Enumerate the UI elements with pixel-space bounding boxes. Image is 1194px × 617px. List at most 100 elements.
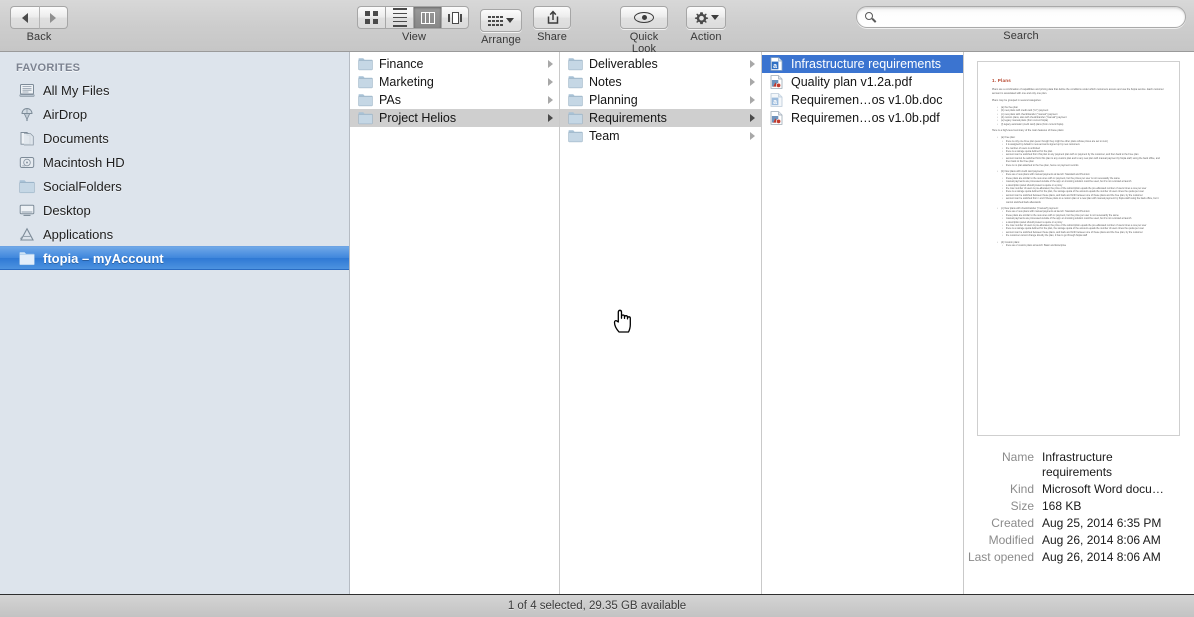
sidebar-item-label: AirDrop bbox=[43, 106, 88, 122]
disclosure-arrow-icon bbox=[750, 78, 755, 86]
folder-icon bbox=[358, 93, 373, 107]
back-button[interactable] bbox=[10, 6, 39, 29]
thumbnail-list-item: there is no plan attached to the free pl… bbox=[1002, 164, 1165, 168]
column-row-label: PAs bbox=[379, 93, 401, 107]
column-row[interactable]: Finance bbox=[350, 55, 559, 73]
thumbnail-list-item: the customer cannot change directly the … bbox=[1002, 234, 1165, 238]
column-view-button[interactable] bbox=[413, 6, 441, 29]
view-label: View bbox=[401, 31, 427, 43]
documents-folder-icon bbox=[18, 130, 35, 146]
folder-icon bbox=[18, 178, 35, 194]
grid-icon bbox=[488, 15, 503, 26]
svg-text:a: a bbox=[773, 99, 777, 106]
info-key: Name bbox=[1001, 450, 1034, 464]
share-button[interactable] bbox=[533, 6, 571, 29]
column-row-label: Infrastructure requirements bbox=[791, 57, 942, 71]
column-row[interactable]: Planning bbox=[560, 91, 761, 109]
thumbnail-section-free: (a) Free plan: there is only one Free pl… bbox=[997, 136, 1165, 167]
thumbnail-list-item: account can be switched from / and if th… bbox=[1002, 197, 1165, 204]
column-2[interactable]: Deliverables Notes Planning Requirements Tea… bbox=[560, 52, 762, 594]
action-group: Action bbox=[686, 6, 726, 43]
sidebar-item-socialfolders[interactable]: SocialFolders bbox=[0, 174, 349, 198]
finder-window: Back View Arrange Share Quick Look Actio… bbox=[0, 0, 1194, 617]
column-row[interactable]: a Requiremen…os v1.0b.doc bbox=[762, 91, 963, 109]
sidebar-item-desktop[interactable]: Desktop bbox=[0, 198, 349, 222]
back-label: Back bbox=[26, 31, 52, 43]
quicklook-button[interactable] bbox=[620, 6, 668, 29]
info-row: Modified Aug 26, 2014 8:06 AM bbox=[964, 533, 1185, 548]
arrange-label: Arrange bbox=[481, 34, 521, 47]
hard-disk-icon bbox=[18, 154, 35, 170]
share-label: Share bbox=[537, 31, 567, 43]
column-row[interactable]: Requirements bbox=[560, 109, 761, 127]
eye-icon bbox=[634, 12, 654, 23]
thumbnail-newcc-items: there are 2 new plans with manual paymen… bbox=[1002, 173, 1165, 204]
disclosure-arrow-icon bbox=[548, 96, 553, 104]
sidebar-section-favorites: FAVORITES bbox=[16, 62, 81, 74]
sidebar-item-documents[interactable]: Documents bbox=[0, 126, 349, 150]
sidebar-item-applications[interactable]: Applications bbox=[0, 222, 349, 246]
column-1[interactable]: Finance Marketing PAs Project Helios bbox=[350, 52, 560, 594]
column-3[interactable]: a Infrastructure requirements Quality plan… bbox=[762, 52, 964, 594]
desktop-icon bbox=[18, 202, 35, 218]
column-row-label: Requirements bbox=[589, 111, 667, 125]
gear-icon bbox=[694, 11, 708, 25]
column-row[interactable]: Deliverables bbox=[560, 55, 761, 73]
airdrop-icon bbox=[18, 106, 35, 122]
column-row[interactable]: a Infrastructure requirements bbox=[762, 55, 963, 73]
column-row[interactable]: Quality plan v1.2a.pdf bbox=[762, 73, 963, 91]
column-row[interactable]: Marketing bbox=[350, 73, 559, 91]
column-row[interactable]: Requiremen…os v1.0b.pdf bbox=[762, 109, 963, 127]
info-value: Infrastructure requirements bbox=[1042, 450, 1113, 479]
column-row-label: Team bbox=[589, 129, 620, 143]
info-row: Last opened Aug 26, 2014 8:06 AM bbox=[964, 550, 1185, 565]
column-row-label: Project Helios bbox=[379, 111, 457, 125]
sidebar-item-label: All My Files bbox=[43, 82, 110, 98]
column-row[interactable]: Team bbox=[560, 127, 761, 145]
thumbnail-paragraph: Here is a high-level summary of the main… bbox=[992, 129, 1065, 133]
thumbnail-list-item: (f) legacy automatic (credit card) plans… bbox=[997, 123, 1165, 127]
info-row: Kind Microsoft Word docu… bbox=[964, 482, 1185, 497]
coverflow-view-button[interactable] bbox=[441, 6, 469, 29]
disclosure-arrow-icon bbox=[548, 114, 553, 122]
search-group: Search bbox=[856, 6, 1186, 42]
back-forward-group: Back bbox=[10, 6, 68, 43]
thumbnail-section-custom: (d) Custom plans: there are 2 custom pla… bbox=[997, 241, 1165, 248]
list-view-button[interactable] bbox=[385, 6, 413, 29]
column-row-label: Marketing bbox=[379, 75, 434, 89]
document-thumbnail[interactable]: 1. Plans Plans are a combination of capa… bbox=[977, 61, 1180, 436]
thumbnail-paragraph: Plans may be grouped in several categori… bbox=[992, 98, 1042, 102]
search-input[interactable] bbox=[881, 10, 1177, 24]
action-button[interactable] bbox=[686, 6, 726, 29]
preview-pane: 1. Plans Plans are a combination of capa… bbox=[964, 52, 1193, 594]
toolbar: Back View Arrange Share Quick Look Actio… bbox=[0, 0, 1194, 55]
sidebar-item-macintosh-hd[interactable]: Macintosh HD bbox=[0, 150, 349, 174]
forward-button[interactable] bbox=[38, 6, 68, 29]
disclosure-arrow-icon bbox=[548, 78, 553, 86]
thumbnail-paragraph: Plans are a combination of capabilities … bbox=[992, 88, 1164, 95]
info-row: Name Infrastructure requirements bbox=[964, 450, 1185, 480]
info-value: 168 KB bbox=[1042, 499, 1082, 513]
icon-view-button[interactable] bbox=[357, 6, 385, 29]
disclosure-arrow-icon bbox=[750, 114, 755, 122]
column-row[interactable]: Project Helios bbox=[350, 109, 559, 127]
column-view-icon bbox=[420, 11, 435, 24]
sidebar-item-airdrop[interactable]: AirDrop bbox=[0, 102, 349, 126]
column-row[interactable]: Notes bbox=[560, 73, 761, 91]
sidebar-item-label: Macintosh HD bbox=[43, 154, 125, 170]
info-value: Aug 26, 2014 8:06 AM bbox=[1042, 533, 1161, 547]
thumbnail-list-categories: (a) the free plan(b) new plans with cred… bbox=[997, 106, 1165, 127]
info-key: Last opened bbox=[967, 550, 1034, 564]
folder-icon bbox=[568, 75, 583, 89]
info-key: Created bbox=[991, 516, 1034, 530]
thumbnail-free-items: there is only one Free plan (even though… bbox=[1002, 140, 1165, 168]
status-bar: 1 of 4 selected, 29.35 GB available bbox=[0, 594, 1194, 617]
quicklook-group: Quick Look bbox=[620, 6, 668, 55]
sidebar-item-all-my-files[interactable]: All My Files bbox=[0, 78, 349, 102]
arrange-button[interactable] bbox=[480, 9, 522, 33]
search-field[interactable] bbox=[856, 6, 1186, 28]
column-row[interactable]: PAs bbox=[350, 91, 559, 109]
thumbnail-list-item: there are 2 custom plans at launch: Basi… bbox=[1002, 244, 1165, 248]
sidebar-item-ftopia-myaccount[interactable]: ftopia – myAccount bbox=[0, 246, 349, 270]
disclosure-arrow-icon bbox=[750, 60, 755, 68]
